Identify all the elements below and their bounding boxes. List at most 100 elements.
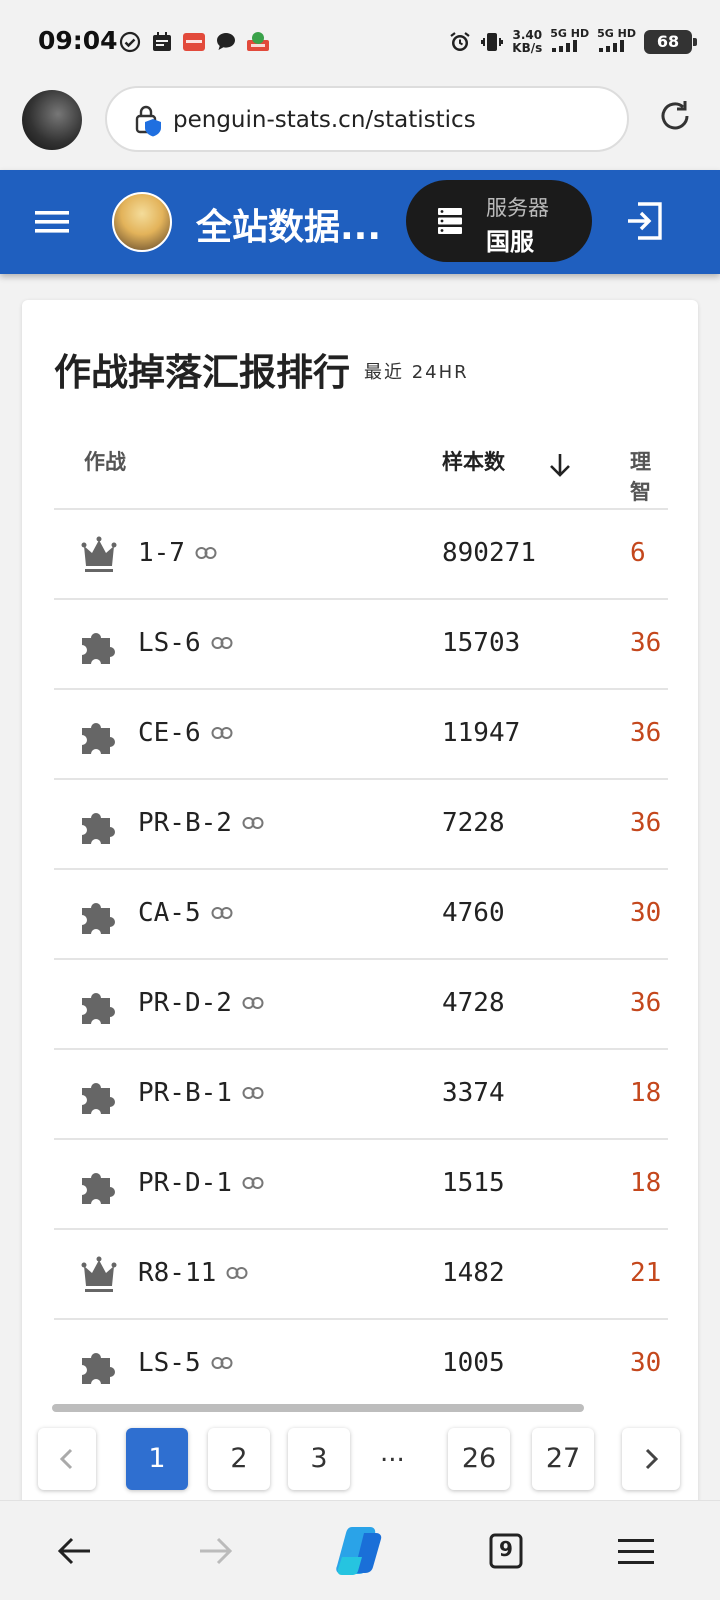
link-icon[interactable] — [242, 816, 264, 830]
column-header-sanity[interactable]: 理智 — [630, 446, 668, 506]
column-header-stage[interactable]: 作战 — [84, 446, 126, 476]
table-row[interactable]: PR-D-2 4728 36 — [54, 960, 668, 1050]
menu-icon[interactable] — [32, 202, 72, 242]
menu-icon[interactable] — [614, 1529, 658, 1573]
sort-descending-icon[interactable] — [546, 450, 574, 480]
game-app-icon — [247, 32, 269, 51]
chevron-left-icon — [59, 1448, 73, 1470]
signal-bars-icon — [552, 40, 578, 52]
tabs-count[interactable]: 9 — [484, 1537, 528, 1561]
pagination: 1 2 3 ... 26 27 — [38, 1428, 682, 1492]
profile-avatar[interactable] — [22, 90, 82, 150]
sample-count: 3374 — [442, 1078, 505, 1108]
page-button-2[interactable]: 2 — [208, 1428, 270, 1490]
sample-count: 15703 — [442, 628, 521, 658]
stage-code[interactable]: PR-D-2 — [138, 988, 264, 1018]
page-title: 全站数据... — [196, 207, 382, 248]
link-icon[interactable] — [195, 546, 217, 560]
table-row[interactable]: PR-B-2 7228 36 — [54, 780, 668, 870]
link-icon[interactable] — [226, 1266, 248, 1280]
column-header-samples[interactable]: 样本数 — [442, 446, 505, 476]
wallet-app-icon — [183, 33, 205, 51]
table-row[interactable]: R8-11 1482 21 — [54, 1230, 668, 1320]
stage-code[interactable]: 1-7 — [138, 538, 217, 568]
chat-bubble-icon — [217, 33, 235, 50]
sample-count: 4728 — [442, 988, 505, 1018]
puzzle-icon — [82, 1352, 115, 1384]
sanity-cost: 36 — [630, 808, 662, 838]
sanity-cost: 21 — [630, 1258, 662, 1288]
sample-count: 1482 — [442, 1258, 505, 1288]
stage-code[interactable]: R8-11 — [138, 1258, 248, 1288]
sanity-cost: 18 — [630, 1168, 662, 1198]
table-row[interactable]: LS-6 15703 36 — [54, 600, 668, 690]
calendar-icon — [153, 32, 171, 51]
horizontal-scrollbar[interactable] — [52, 1404, 584, 1412]
table-row[interactable]: PR-B-1 3374 18 — [54, 1050, 668, 1140]
chevron-right-icon — [645, 1448, 659, 1470]
table-row[interactable]: CA-5 4760 30 — [54, 870, 668, 960]
page-ellipsis: ... — [380, 1438, 405, 1468]
next-page-button[interactable] — [622, 1428, 680, 1490]
page-button-3[interactable]: 3 — [288, 1428, 350, 1490]
link-icon[interactable] — [211, 906, 233, 920]
link-icon[interactable] — [211, 726, 233, 740]
stage-code[interactable]: PR-B-2 — [138, 808, 264, 838]
puzzle-icon — [82, 1172, 115, 1204]
link-icon[interactable] — [242, 1086, 264, 1100]
status-bar: 09:04 3.40 KB/s 5G HD 5G HD 68 — [0, 0, 720, 80]
secure-lock-icon — [135, 105, 161, 137]
check-circle-icon — [119, 31, 141, 53]
app-avatar[interactable] — [112, 192, 172, 252]
back-arrow-icon[interactable] — [52, 1529, 96, 1573]
browser-toolbar: penguin-stats.cn/statistics — [0, 80, 720, 170]
link-icon[interactable] — [211, 1356, 233, 1370]
url-text[interactable]: penguin-stats.cn/statistics — [173, 107, 476, 133]
stage-code[interactable]: CE-6 — [138, 718, 233, 748]
prev-page-button[interactable] — [38, 1428, 96, 1490]
stage-code[interactable]: PR-D-1 — [138, 1168, 264, 1198]
copilot-icon[interactable] — [330, 1523, 390, 1577]
notification-icons — [118, 30, 270, 54]
sim1-signal: 5G HD — [550, 28, 589, 55]
page-button-27[interactable]: 27 — [532, 1428, 594, 1490]
puzzle-icon — [82, 632, 115, 664]
server-icon — [438, 208, 462, 234]
table-row[interactable]: LS-5 1005 30 — [54, 1320, 668, 1410]
sanity-cost: 18 — [630, 1078, 662, 1108]
stage-code[interactable]: CA-5 — [138, 898, 233, 928]
server-value: 国服 — [486, 228, 534, 256]
page-button-1[interactable]: 1 — [126, 1428, 188, 1490]
puzzle-icon — [82, 902, 115, 934]
sanity-cost: 6 — [630, 538, 646, 568]
server-selector-button[interactable]: 服务器 国服 — [406, 180, 592, 262]
stage-code[interactable]: PR-B-1 — [138, 1078, 264, 1108]
sanity-cost: 30 — [630, 1348, 662, 1378]
browser-bottom-nav: 9 — [0, 1500, 720, 1600]
crown-icon — [81, 536, 117, 572]
table-row[interactable]: 1-7 890271 6 — [54, 510, 668, 600]
table-header: 作战 样本数 理智 — [54, 410, 668, 510]
page-button-26[interactable]: 26 — [448, 1428, 510, 1490]
card-subtitle: 最近 24HR — [364, 362, 469, 383]
stage-code[interactable]: LS-5 — [138, 1348, 233, 1378]
link-icon[interactable] — [242, 1176, 264, 1190]
table-row[interactable]: PR-D-1 1515 18 — [54, 1140, 668, 1230]
sanity-cost: 30 — [630, 898, 662, 928]
reload-icon[interactable] — [655, 96, 695, 136]
forward-arrow-icon[interactable] — [194, 1529, 238, 1573]
link-icon[interactable] — [211, 636, 233, 650]
link-icon[interactable] — [242, 996, 264, 1010]
stage-code[interactable]: LS-6 — [138, 628, 233, 658]
alarm-icon — [450, 31, 470, 51]
sample-count: 11947 — [442, 718, 521, 748]
ranking-table: 作战 样本数 理智 1-7 890271 6 LS-6 15703 36 CE-… — [54, 410, 668, 1410]
table-row[interactable]: CE-6 11947 36 — [54, 690, 668, 780]
puzzle-icon — [82, 812, 115, 844]
puzzle-icon — [82, 722, 115, 754]
sample-count: 1005 — [442, 1348, 505, 1378]
login-icon[interactable] — [624, 200, 666, 242]
sanity-cost: 36 — [630, 718, 662, 748]
network-speed: 3.40 KB/s — [512, 27, 543, 55]
address-bar[interactable]: penguin-stats.cn/statistics — [105, 86, 629, 152]
